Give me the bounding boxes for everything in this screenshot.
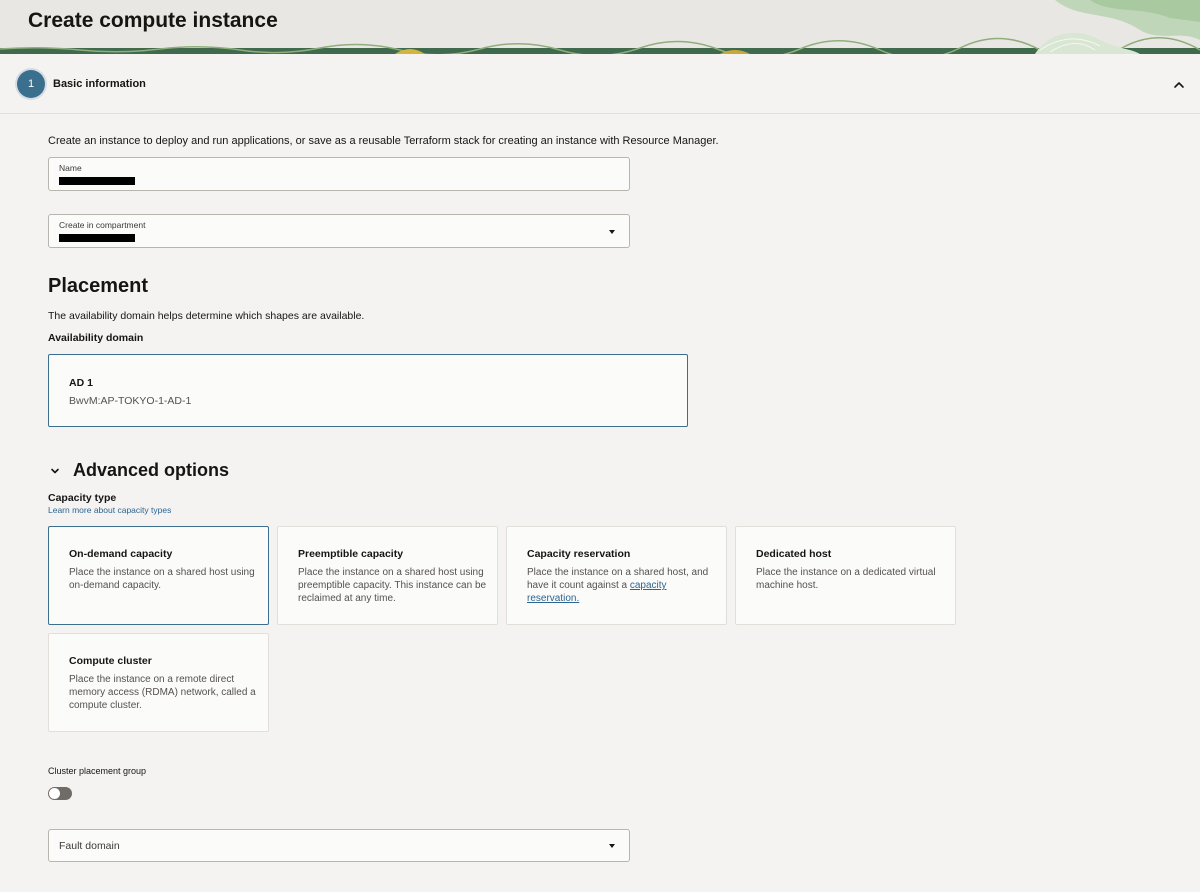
capacity-types-link[interactable]: Learn more about capacity types xyxy=(48,505,171,515)
advanced-options-toggle[interactable]: Advanced options xyxy=(73,460,229,481)
step-header-basic-information[interactable]: 1 Basic information xyxy=(0,54,1200,114)
capacity-card-on-demand[interactable]: On-demand capacity Place the instance on… xyxy=(48,526,269,625)
placement-heading: Placement xyxy=(48,275,149,297)
step-title: Basic information xyxy=(53,78,146,90)
capacity-card-preemptible[interactable]: Preemptible capacity Place the instance … xyxy=(277,526,498,625)
capacity-card-description-text: Place the instance on a shared host, and… xyxy=(527,567,709,591)
capacity-card-description: Place the instance on a shared host usin… xyxy=(298,567,487,604)
capacity-card-description: Place the instance on a remote direct me… xyxy=(69,674,256,711)
capacity-card-title: Capacity reservation xyxy=(527,548,631,560)
availability-domain-label: Availability domain xyxy=(48,332,144,344)
capacity-card-dedicated-host[interactable]: Dedicated host Place the instance on a d… xyxy=(735,526,956,625)
step-number-badge: 1 xyxy=(17,70,45,98)
cluster-placement-group-toggle[interactable] xyxy=(48,787,72,800)
caret-down-icon xyxy=(609,230,615,234)
capacity-type-label: Capacity type xyxy=(48,492,117,504)
fault-domain-placeholder: Fault domain xyxy=(59,840,120,852)
page-header: Create compute instance xyxy=(0,0,1200,54)
compartment-field-label: Create in compartment xyxy=(59,220,146,230)
caret-down-icon xyxy=(609,844,615,848)
placement-description: The availability domain helps determine … xyxy=(48,310,365,322)
capacity-card-description: Place the instance on a shared host, and… xyxy=(527,566,717,605)
ad-identifier: BwvM:AP-TOKYO-1-AD-1 xyxy=(69,395,192,407)
capacity-card-reservation[interactable]: Capacity reservation Place the instance … xyxy=(506,526,727,625)
compartment-select[interactable]: Create in compartment xyxy=(48,214,630,248)
availability-domain-card[interactable]: AD 1 BwvM:AP-TOKYO-1-AD-1 xyxy=(48,354,688,427)
cluster-placement-group-label: Cluster placement group xyxy=(48,766,147,776)
name-field-label: Name xyxy=(59,163,82,173)
chevron-up-icon[interactable] xyxy=(1172,78,1186,92)
capacity-card-compute-cluster[interactable]: Compute cluster Place the instance on a … xyxy=(48,633,269,732)
capacity-card-title: Compute cluster xyxy=(69,655,152,667)
ad-name: AD 1 xyxy=(69,377,93,389)
capacity-card-title: Dedicated host xyxy=(756,548,832,560)
redacted-value xyxy=(59,234,135,242)
fault-domain-select[interactable]: Fault domain xyxy=(48,829,630,862)
chevron-down-icon[interactable] xyxy=(48,464,62,478)
name-field[interactable]: Name xyxy=(48,157,630,191)
intro-text: Create an instance to deploy and run app… xyxy=(48,135,719,147)
capacity-card-title: On-demand capacity xyxy=(69,548,173,560)
capacity-card-description: Place the instance on a shared host usin… xyxy=(69,567,255,591)
page-title: Create compute instance xyxy=(28,9,278,32)
capacity-card-title: Preemptible capacity xyxy=(298,548,404,560)
capacity-card-description: Place the instance on a dedicated virtua… xyxy=(756,567,936,591)
redacted-value xyxy=(59,177,135,185)
toggle-knob xyxy=(49,788,60,799)
